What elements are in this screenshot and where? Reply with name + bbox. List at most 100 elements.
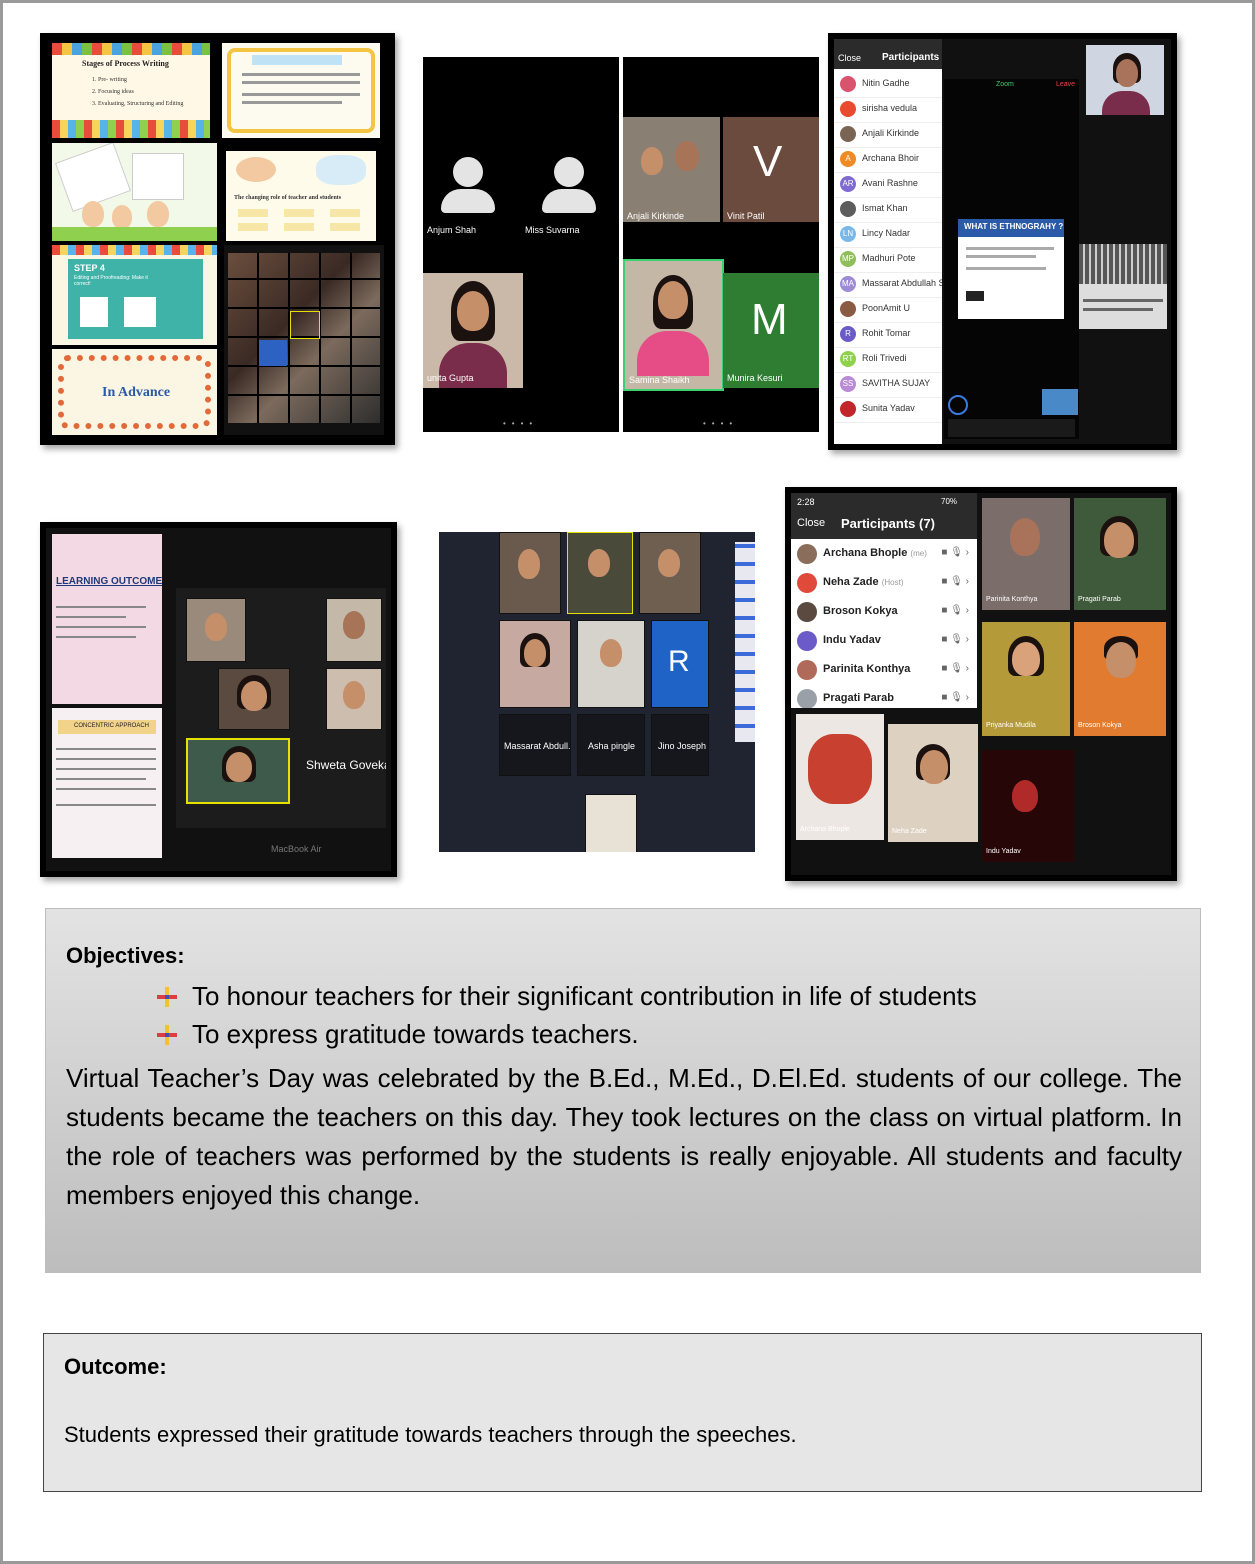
- video-tile: [639, 532, 701, 614]
- leave-button[interactable]: Leave: [1056, 81, 1075, 88]
- plus-bullet-icon: [156, 1022, 182, 1053]
- slide-prewriting: [222, 43, 380, 138]
- video-tile: V Vinit Patil: [723, 117, 819, 222]
- participant-row[interactable]: LN Lincy Nadar: [834, 222, 942, 248]
- slide-title: CONCENTRIC APPROACH: [74, 723, 150, 729]
- zoom-meeting-view: Zoom Leave WHAT IS ETHNOGRAHY ?: [944, 79, 1079, 439]
- participant-row[interactable]: MP Madhuri Pote: [834, 247, 942, 273]
- zoom-gallery: Shweta Goveka: [176, 588, 386, 828]
- participant-row[interactable]: Ismat Khan: [834, 197, 942, 223]
- participant-row[interactable]: PoonAmit U: [834, 297, 942, 323]
- video-tile: Indu Yadav: [981, 749, 1075, 863]
- participants-panel: Close Participants (14) Nitin Gadhe siri…: [834, 39, 942, 444]
- monitor-screen: R Massarat Abdull... Asha pingle Jino Jo…: [439, 532, 755, 852]
- slide-item: 1. Pre- writing: [92, 77, 127, 83]
- video-tile: Archana Bhople: [795, 713, 885, 841]
- description-paragraph: Virtual Teacher’s Day was celebrated by …: [66, 1063, 1182, 1210]
- document-page: Stages of Process Writing 1. Pre- writin…: [0, 0, 1255, 1564]
- participants-title: Participants (14): [882, 52, 942, 63]
- participant-row[interactable]: RT Roli Trivedi: [834, 347, 942, 373]
- video-tile: Anjum Shah: [423, 117, 520, 237]
- outcome-heading: Outcome:: [64, 1354, 167, 1379]
- phone-screen-right: Anjali Kirkinde V Vinit Patil Samina Sha…: [623, 57, 819, 432]
- slide-changing-role: The changing role of teacher and student…: [226, 151, 376, 241]
- participant-name: Parinita Konthya: [986, 596, 1038, 603]
- participant-row[interactable]: Indu Yadav ■ 🎙 ›: [791, 626, 977, 655]
- participant-row[interactable]: Sunita Yadav: [834, 397, 942, 423]
- presenter-video: [1086, 45, 1164, 115]
- participant-row[interactable]: MAMassarat Abdullah Sayed: [834, 272, 942, 298]
- slide-title: Stages of Process Writing: [82, 59, 169, 68]
- participant-name: Archana Bhople: [800, 826, 850, 833]
- participant-row[interactable]: Neha Zade (Host) ■ 🎙 ›: [791, 568, 977, 597]
- video-tile: unita Gupta: [423, 273, 523, 388]
- slide-subtitle: Editing and Proofreading: Make it correc…: [74, 275, 148, 287]
- avatar-letter: R: [668, 645, 690, 678]
- participant-name: Asha pingle: [588, 741, 636, 751]
- participant-name: Jino Joseph: [658, 741, 707, 751]
- edit-icon[interactable]: [948, 395, 968, 415]
- participant-row[interactable]: sirisha vedula: [834, 97, 942, 123]
- participant-name: Munira Kesuri: [727, 373, 783, 383]
- participant-row[interactable]: Broson Kokya ■ 🎙 ›: [791, 597, 977, 626]
- close-button[interactable]: Close: [797, 517, 825, 529]
- video-tile: Broson Kokya: [1073, 621, 1167, 737]
- outcome-text: Students expressed their gratitude towar…: [64, 1422, 797, 1447]
- objective-item: To honour teachers for their significant…: [156, 981, 977, 1012]
- avatar-letter: V: [753, 137, 783, 186]
- participant-row[interactable]: SS SAVITHA SUJAY: [834, 372, 942, 398]
- video-tile: [577, 620, 645, 708]
- participant-row[interactable]: Pragati Parab ■ 🎙 ›: [791, 684, 977, 708]
- participant-row[interactable]: Nitin Gadhe: [834, 72, 942, 98]
- video-tile: [218, 668, 290, 730]
- participant-row[interactable]: Anjali Kirkinde: [834, 122, 942, 148]
- phone-screen-left: Anjum Shah Miss Suvarna unita Gupta ••••: [423, 57, 619, 432]
- slide-title: LEARNING OUTCOMES: [56, 576, 162, 587]
- participant-row[interactable]: Parinita Konthya ■ 🎙 ›: [791, 655, 977, 684]
- participant-name: Vinit Patil: [727, 211, 765, 221]
- video-tile: Miss Suvarna: [521, 117, 618, 237]
- slide-item: 3. Evaluating, Structuring and Editing: [92, 101, 184, 107]
- participant-name: Neha Zade: [892, 828, 927, 835]
- video-tile: [499, 620, 571, 708]
- participants-title: Participants (7): [841, 516, 935, 531]
- close-button[interactable]: Close: [838, 53, 861, 63]
- outcome-section: Outcome: Students expressed their gratit…: [43, 1333, 1202, 1492]
- self-video: [1042, 389, 1078, 415]
- video-tile: [326, 668, 382, 730]
- slide-stages-process-writing: Stages of Process Writing 1. Pre- writin…: [52, 43, 210, 138]
- participant-row[interactable]: Archana Bhople (me) ■ 🎙 ›: [791, 539, 977, 568]
- participant-name: Samina Shaikh: [629, 375, 690, 385]
- video-tile: [567, 532, 633, 614]
- participant-name: unita Gupta: [427, 373, 474, 383]
- photo-participants-14: Close Participants (14) Nitin Gadhe siri…: [828, 33, 1177, 450]
- avatar: [453, 157, 483, 187]
- participant-row[interactable]: R Rohit Tomar: [834, 322, 942, 348]
- participant-row[interactable]: A Archana Bhoir: [834, 147, 942, 173]
- slide-title: In Advance: [102, 385, 171, 400]
- slide-title: STEP 4: [74, 263, 105, 273]
- bookshelf-thumb: [1079, 244, 1167, 329]
- ethnography-slide: WHAT IS ETHNOGRAHY ?: [958, 219, 1064, 319]
- slide-title: WHAT IS ETHNOGRAHY ?: [964, 222, 1064, 231]
- slide-step4: STEP 4 Editing and Proofreading: Make it…: [52, 245, 217, 345]
- slide-learning-outcomes: LEARNING OUTCOMES: [52, 534, 162, 704]
- participant-name: Broson Kokya: [1078, 722, 1122, 729]
- slide-title: The changing role of teacher and student…: [234, 195, 342, 201]
- participant-row[interactable]: AR Avani Rashne: [834, 172, 942, 198]
- video-tile: R: [651, 620, 709, 708]
- laptop-zoom-gallery: [224, 245, 384, 435]
- photo-participants-7: 2:28 70% Close Participants (7) Archana …: [785, 487, 1177, 881]
- video-tile: M Munira Kesuri: [723, 273, 819, 388]
- participant-name: Priyanka Mudila: [986, 722, 1036, 729]
- laptop-brand: MacBook Air: [271, 844, 322, 854]
- video-tile: [499, 532, 561, 614]
- video-tile: Anjali Kirkinde: [623, 117, 720, 222]
- participant-name: Indu Yadav: [986, 848, 1021, 855]
- avatar-letter: M: [751, 295, 788, 344]
- objectives-heading: Objectives:: [66, 943, 185, 968]
- slide-item: 2. Focusing ideas: [92, 89, 134, 95]
- photo-phone-gallery: Anjum Shah Miss Suvarna unita Gupta ••••…: [413, 37, 833, 445]
- battery-level: 70%: [941, 497, 958, 506]
- participant-name: Massarat Abdull...: [504, 741, 571, 751]
